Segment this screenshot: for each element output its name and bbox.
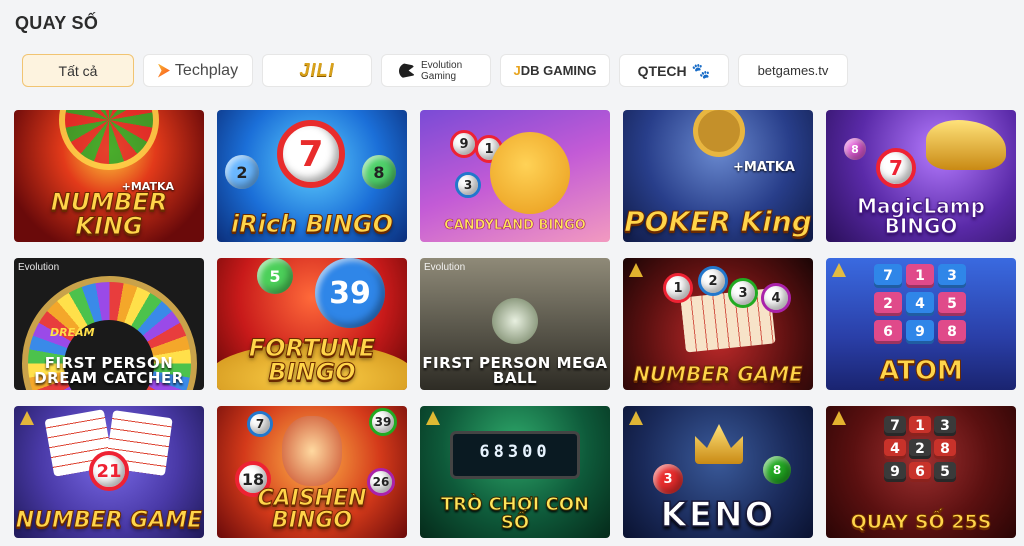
number-display: 68300 <box>479 442 551 462</box>
game-title: NUMBER KING <box>50 188 168 240</box>
game-card-keno[interactable]: 3 8 KENO <box>623 406 813 538</box>
number-tile-grid: 713 245 698 <box>874 264 966 344</box>
number-tile: 5 <box>938 292 966 316</box>
filter-betgames-label: betgames.tv <box>757 63 829 78</box>
evolution-logo-icon <box>399 62 415 79</box>
game-title: FIRST PERSON MEGA BALL <box>422 354 608 387</box>
game-subtitle: +MATKA <box>121 180 174 193</box>
filter-jdb[interactable]: JDB GAMING <box>500 54 610 87</box>
game-card-mega-ball[interactable]: Evolution FIRST PERSON MEGA BALL <box>420 258 610 390</box>
number-tile: 5 <box>934 462 956 482</box>
game-card-magiclamp-bingo[interactable]: 7 8 MagicLamp BINGO <box>826 110 1016 242</box>
game-card-number-game-bingo[interactable]: 21 NUMBER GAME <box>14 406 204 538</box>
game-title: TRÒ CHƠI CON SỐ <box>440 494 590 533</box>
game-card-candyland-bingo[interactable]: 9 1 3 CANDYLAND BINGO <box>420 110 610 242</box>
number-tile: 4 <box>884 439 906 459</box>
filter-betgames[interactable]: betgames.tv <box>738 54 848 87</box>
game-card-number-game[interactable]: 1 2 3 4 NUMBER GAME <box>623 258 813 390</box>
number-tile: 8 <box>934 439 956 459</box>
game-card-tro-choi-con-so[interactable]: 68300 TRÒ CHƠI CON SỐ <box>420 406 610 538</box>
game-title: MagicLamp BINGO <box>857 194 986 238</box>
game-card-dream-catcher[interactable]: Evolution DREAM FIRST PERSON DREAM CATCH… <box>14 258 204 390</box>
filter-techplay-label: Techplay <box>174 61 239 79</box>
game-title: FIRST PERSON DREAM CATCHER <box>34 354 184 387</box>
number-tile: 3 <box>938 264 966 288</box>
game-card-caishen-bingo[interactable]: 7 39 18 26 CAISHEN BINGO <box>217 406 407 538</box>
game-title: ATOM <box>879 356 964 386</box>
filter-evolution-label: Evolution Gaming <box>421 59 463 82</box>
number-tile: 1 <box>906 264 934 288</box>
game-title: NUMBER GAME <box>15 508 203 533</box>
game-card-poker-king[interactable]: +MATKA POKER King <box>623 110 813 242</box>
game-badge: DREAM <box>50 326 95 339</box>
featured-ball: 39 <box>315 258 385 328</box>
filter-jili[interactable]: JILI <box>262 54 372 87</box>
number-tile: 7 <box>874 264 902 288</box>
game-card-atom[interactable]: 713 245 698 ATOM <box>826 258 1016 390</box>
game-title: KENO <box>660 495 776 535</box>
number-tile: 6 <box>874 320 902 344</box>
game-card-number-king[interactable]: NUMBER KING +MATKA <box>14 110 204 242</box>
filter-all-label: Tất cả <box>58 62 98 79</box>
section-title: QUAY SỐ <box>15 13 99 33</box>
paw-icon: 🐾 <box>691 62 711 80</box>
number-tile: 7 <box>884 416 906 436</box>
game-title: POKER King <box>624 205 813 238</box>
number-tile: 2 <box>909 439 931 459</box>
game-card-irich-bingo[interactable]: 7 2 8 iRich BINGO <box>217 110 407 242</box>
number-tile: 6 <box>909 462 931 482</box>
filter-evolution[interactable]: Evolution Gaming <box>381 54 491 87</box>
game-title: QUAY SỐ 25S <box>850 511 992 533</box>
game-card-quay-so-25s[interactable]: 713 428 965 QUAY SỐ 25S <box>826 406 1016 538</box>
game-title: FORTUNE BINGO <box>248 334 376 386</box>
game-title: iRich BINGO <box>230 210 393 238</box>
techplay-logo-icon <box>157 63 170 78</box>
number-tile: 1 <box>909 416 931 436</box>
number-tile-grid: 713 428 965 <box>884 416 956 482</box>
number-tile: 3 <box>934 416 956 436</box>
game-subtitle: +MATKA <box>733 160 795 175</box>
filter-all[interactable]: Tất cả <box>22 54 134 87</box>
provider-label: Evolution <box>18 262 60 273</box>
filter-qtech-label: QTECH <box>637 62 687 79</box>
filter-jdb-label: JDB GAMING <box>513 63 597 78</box>
provider-filter-bar: Tất cả Techplay JILI Evolution Gaming JD… <box>22 54 848 87</box>
game-title: CAISHEN BINGO <box>257 486 367 533</box>
filter-techplay[interactable]: Techplay <box>143 54 253 87</box>
game-title: NUMBER GAME <box>633 362 804 386</box>
filter-jili-label: JILI <box>299 60 335 80</box>
provider-label: Evolution <box>424 262 466 273</box>
filter-qtech[interactable]: QTECH 🐾 <box>619 54 729 87</box>
number-tile: 9 <box>884 462 906 482</box>
game-title: CANDYLAND BINGO <box>444 218 586 233</box>
number-tile: 8 <box>938 320 966 344</box>
number-tile: 4 <box>906 292 934 316</box>
game-grid: NUMBER KING +MATKA 7 2 8 iRich BINGO 9 1… <box>14 110 1016 538</box>
game-card-fortune-bingo[interactable]: 5 39 FORTUNE BINGO <box>217 258 407 390</box>
number-tile: 9 <box>906 320 934 344</box>
number-tile: 2 <box>874 292 902 316</box>
